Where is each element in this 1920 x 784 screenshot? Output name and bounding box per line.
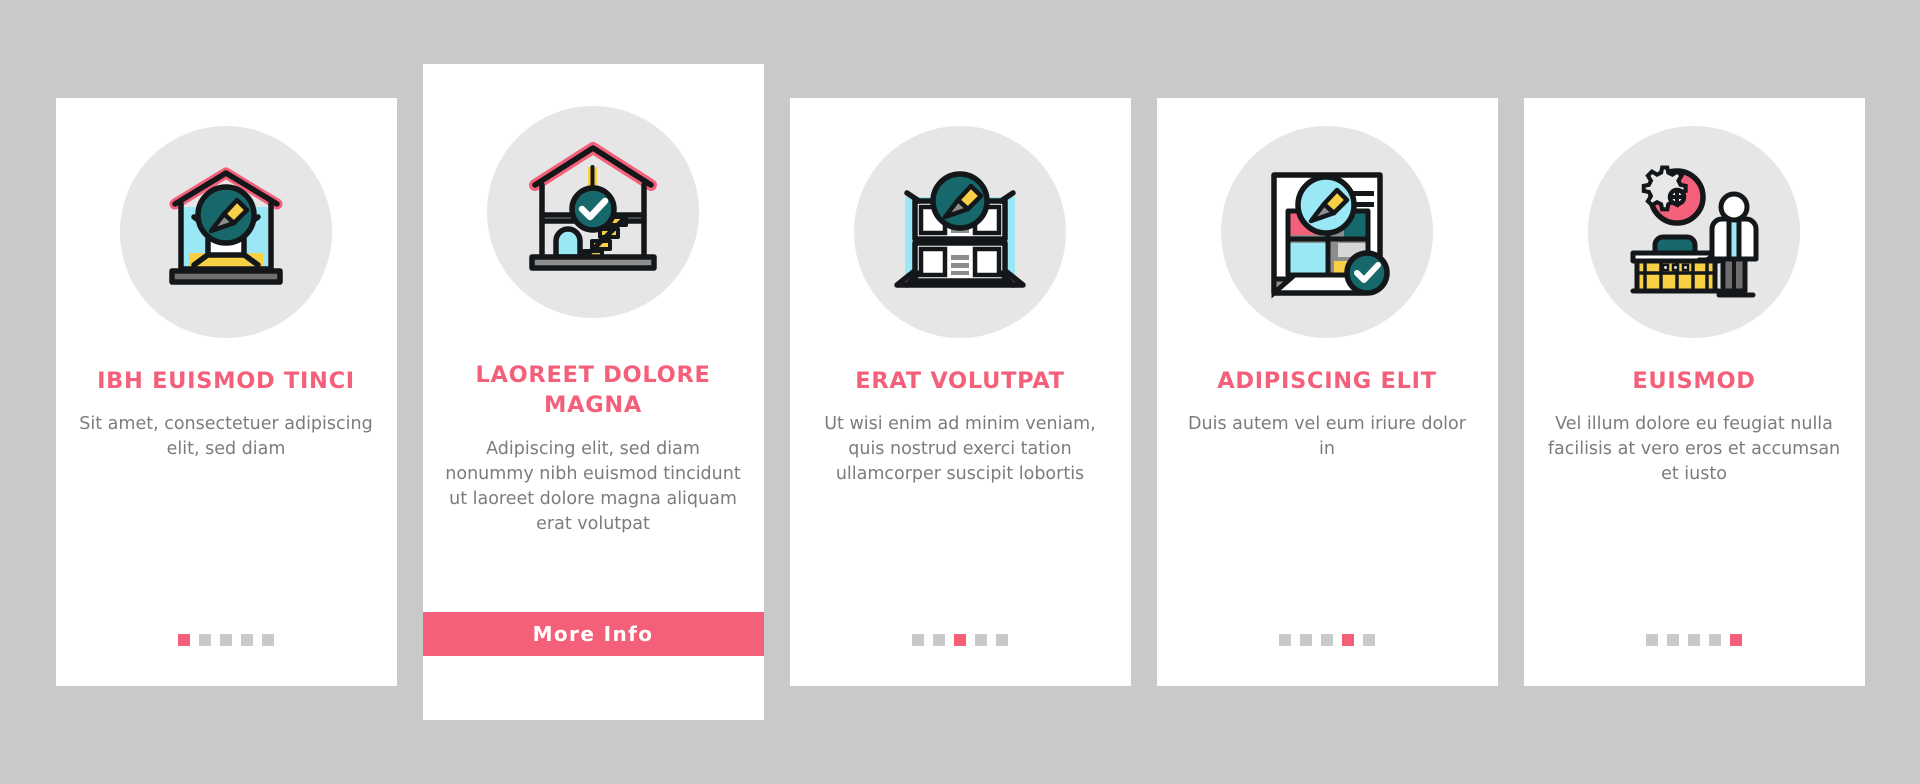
pagination-dot-5[interactable] <box>996 634 1008 646</box>
pagination-dot-5[interactable] <box>1363 634 1375 646</box>
onboarding-card-1[interactable]: Ibh Euismod Tinci Sit amet, consectetuer … <box>55 98 397 686</box>
card-description: Sit amet, consectetuer adipiscing elit, … <box>79 414 373 460</box>
card-description: Adipiscing elit, sed diam nonummy nibh e… <box>445 438 741 534</box>
pagination-dots <box>1157 634 1498 646</box>
pagination-dot-3[interactable] <box>220 634 232 646</box>
pagination-dot-4[interactable] <box>1342 634 1354 646</box>
pagination-dot-1[interactable] <box>1646 634 1658 646</box>
pagination-dot-2[interactable] <box>1667 634 1679 646</box>
pagination-dot-4[interactable] <box>241 634 253 646</box>
more-info-button[interactable]: More Info <box>422 612 764 656</box>
card-description: Vel illum dolore eu feugiat nulla facili… <box>1547 414 1841 485</box>
card-title: Erat Volutpat <box>855 368 1065 394</box>
card-body: Laoreet Dolore Magna Adipiscing elit, sed… <box>423 360 764 720</box>
pagination-dot-5[interactable] <box>1730 634 1742 646</box>
card-icon-area <box>1524 98 1865 366</box>
pagination-dot-4[interactable] <box>1709 634 1721 646</box>
pagination-dot-4[interactable] <box>975 634 987 646</box>
pagination-dots <box>1524 634 1865 646</box>
two-storey-building-compass-pencil-icon <box>854 126 1066 338</box>
pagination-dot-3[interactable] <box>954 634 966 646</box>
pagination-dot-2[interactable] <box>1300 634 1312 646</box>
house-cutaway-stairs-check-icon <box>487 106 699 318</box>
onboarding-screens-container: Ibh Euismod Tinci Sit amet, consectetuer … <box>0 0 1920 784</box>
pagination-dot-1[interactable] <box>178 634 190 646</box>
pagination-dot-3[interactable] <box>1321 634 1333 646</box>
onboarding-card-4[interactable]: Adipiscing Elit Duis autem vel eum iriure… <box>1156 98 1498 686</box>
card-icon-area <box>56 98 397 366</box>
pagination-dot-3[interactable] <box>1688 634 1700 646</box>
pagination-dot-1[interactable] <box>1279 634 1291 646</box>
card-icon-area <box>1157 98 1498 366</box>
pagination-dot-5[interactable] <box>262 634 274 646</box>
card-description: Duis autem vel eum iriure dolor in <box>1188 414 1466 460</box>
architect-at-desk-gear-icon <box>1588 126 1800 338</box>
onboarding-card-2[interactable]: Laoreet Dolore Magna Adipiscing elit, sed… <box>422 64 764 720</box>
card-description: Ut wisi enim ad minim veniam, quis nostr… <box>824 414 1096 485</box>
floorplan-blueprint-pencil-check-icon <box>1221 126 1433 338</box>
onboarding-card-3[interactable]: Erat Volutpat Ut wisi enim ad minim venia… <box>789 98 1131 686</box>
card-icon-area <box>790 98 1131 366</box>
pagination-dot-2[interactable] <box>933 634 945 646</box>
pagination-dots <box>56 634 397 646</box>
house-frame-with-compass-pencil-icon <box>120 126 332 338</box>
pagination-dots <box>790 634 1131 646</box>
pagination-dot-2[interactable] <box>199 634 211 646</box>
card-icon-area <box>423 64 764 360</box>
card-title: Euismod <box>1632 368 1756 394</box>
card-title: Laoreet Dolore Magna <box>475 362 711 419</box>
pagination-dot-1[interactable] <box>912 634 924 646</box>
onboarding-card-5[interactable]: Euismod Vel illum dolore eu feugiat nulla… <box>1523 98 1865 686</box>
card-title: Adipiscing Elit <box>1217 368 1437 394</box>
card-title: Ibh Euismod Tinci <box>97 368 355 394</box>
